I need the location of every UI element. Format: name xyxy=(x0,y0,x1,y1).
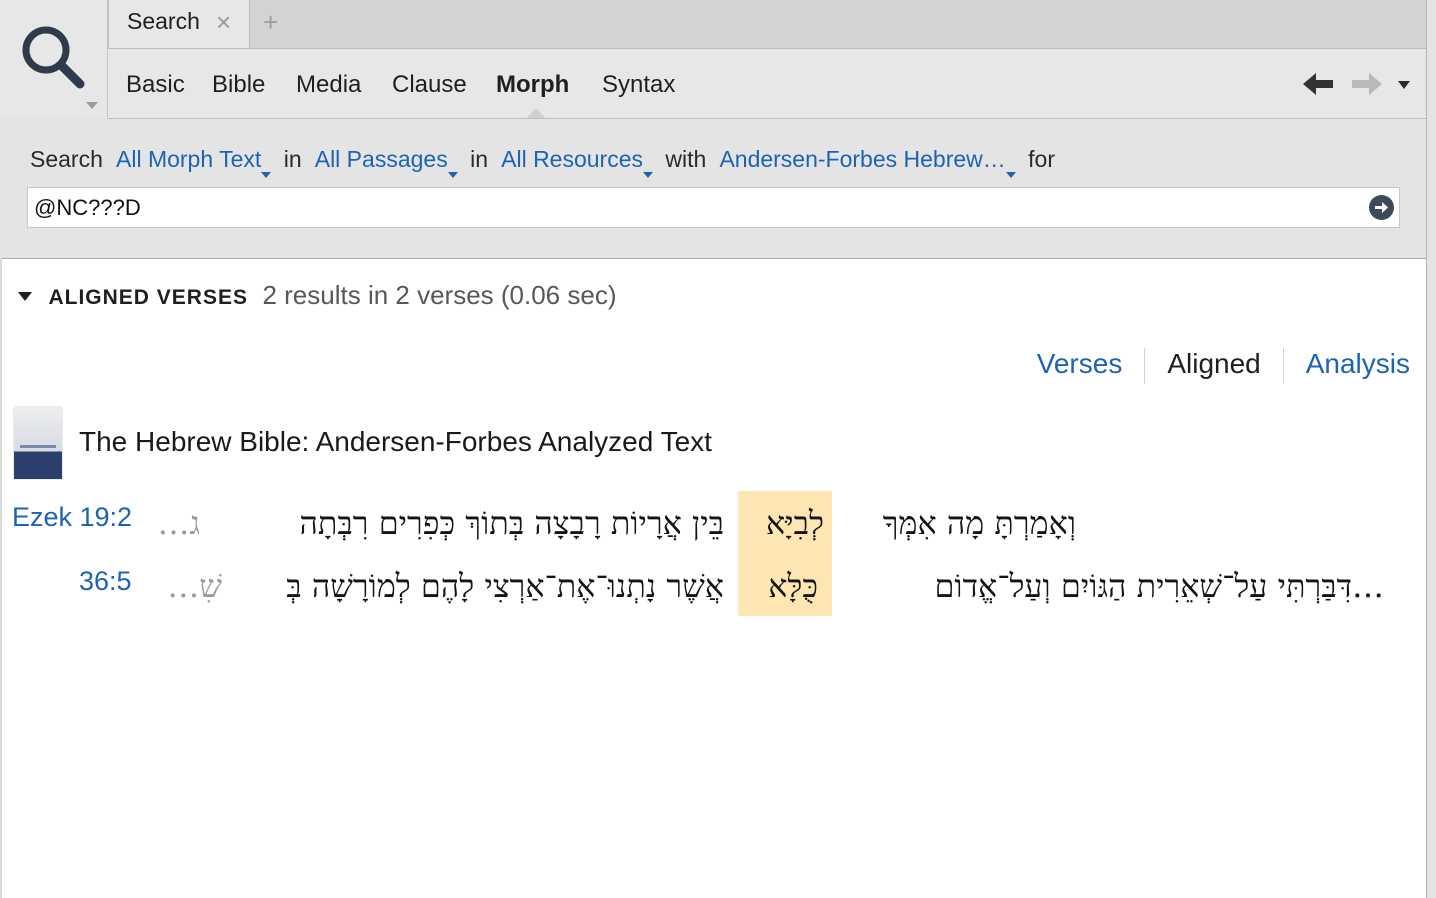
for-label: for xyxy=(1028,146,1056,172)
verse-text-before: …דִּבַּרְתִּי עַל־שְׁאֵרִית הַגּוֹיִם וְ… xyxy=(934,567,1384,605)
resource-title[interactable]: The Hebrew Bible: Andersen-Forbes Analyz… xyxy=(79,426,712,458)
results-section-title: ALIGNED VERSES xyxy=(48,286,248,309)
search-panel-header: Search × + Basic Bible Media Clause Morp… xyxy=(0,0,1436,259)
mode-bible[interactable]: Bible xyxy=(212,71,265,99)
mode-syntax[interactable]: Syntax xyxy=(602,71,675,99)
view-tab-aligned[interactable]: Aligned xyxy=(1145,348,1282,380)
view-tab-verses[interactable]: Verses xyxy=(1015,348,1145,380)
menu-chevron-icon[interactable] xyxy=(1398,81,1410,89)
mode-clause[interactable]: Clause xyxy=(392,71,467,99)
panel-left-border xyxy=(0,258,2,898)
active-mode-indicator xyxy=(527,108,545,118)
mode-morph[interactable]: Morph xyxy=(496,71,569,99)
morph-label: Andersen-Forbes Hebrew… xyxy=(719,146,1006,172)
verse-text-faded: שִׁ… xyxy=(167,567,222,605)
resources-label: All Resources xyxy=(501,146,644,172)
scope-label: All Morph Text xyxy=(116,146,262,172)
passages-caret-icon xyxy=(447,172,458,178)
window-right-border xyxy=(1426,0,1436,898)
go-arrow-icon[interactable] xyxy=(1369,195,1394,220)
morph-dropdown[interactable]: Andersen-Forbes Hebrew… xyxy=(719,146,1016,178)
scope-caret-icon xyxy=(261,172,272,178)
cover-strip xyxy=(20,445,56,448)
verse-text-after: אֲשֶׁר נָתְנוּ־אֶת־אַרְצִי לָהֶם לְמוֹרָ… xyxy=(286,567,724,605)
with-label: with xyxy=(665,146,707,172)
verse-text-before: וְאָמַרְתָּ מָה אִמְּךָ xyxy=(882,504,1076,542)
search-criteria: Search All Morph Text in All Passages in… xyxy=(30,146,1063,178)
view-tab-analysis[interactable]: Analysis xyxy=(1284,348,1410,380)
resources-caret-icon xyxy=(643,172,654,178)
panel-menu-chevron-icon[interactable] xyxy=(86,102,98,109)
results-header[interactable]: ALIGNED VERSES 2 results in 2 verses (0.… xyxy=(18,280,617,311)
verse-reference-link[interactable]: Ezek 19:2 xyxy=(12,502,132,533)
tab-label: Search xyxy=(127,8,200,34)
back-arrow-icon[interactable] xyxy=(1303,71,1335,97)
search-input[interactable] xyxy=(28,188,1370,227)
verse-hit-word[interactable]: כֻּלָּא xyxy=(768,567,818,605)
book-cover-icon[interactable] xyxy=(14,407,62,479)
verse-hit-word[interactable]: לְבִיָּא xyxy=(766,504,824,542)
morph-caret-icon xyxy=(1005,172,1016,178)
mode-basic[interactable]: Basic xyxy=(126,71,185,99)
resources-dropdown[interactable]: All Resources xyxy=(501,146,654,178)
tab-search[interactable]: Search × xyxy=(108,0,250,48)
in-label-2: in xyxy=(470,146,488,172)
results-summary: 2 results in 2 verses (0.06 sec) xyxy=(262,280,617,310)
forward-arrow-icon[interactable] xyxy=(1350,71,1382,97)
passages-dropdown[interactable]: All Passages xyxy=(314,146,458,178)
tab-strip: Search × + xyxy=(108,0,1436,49)
verse-text-faded: ג… xyxy=(157,504,200,542)
verse-reference-link[interactable]: 36:5 xyxy=(79,566,132,597)
search-icon[interactable] xyxy=(18,22,88,92)
disclosure-triangle-icon[interactable] xyxy=(18,292,32,302)
verse-text-after: בֵּין אֲרָיוֹת רָבָצָה בְּתוֹךְ כְּפִרִי… xyxy=(299,504,724,542)
panel-icon-area[interactable] xyxy=(0,0,108,118)
close-icon[interactable]: × xyxy=(216,9,231,35)
mode-media[interactable]: Media xyxy=(296,71,361,99)
scope-dropdown[interactable]: All Morph Text xyxy=(116,146,272,178)
search-label: Search xyxy=(30,146,103,172)
query-box xyxy=(27,187,1400,228)
passages-label: All Passages xyxy=(314,146,448,172)
add-tab-icon[interactable]: + xyxy=(263,8,278,36)
in-label-1: in xyxy=(283,146,302,172)
search-mode-bar: Basic Bible Media Clause Morph Syntax xyxy=(108,49,1436,119)
view-tabs: Verses Aligned Analysis xyxy=(1015,348,1410,384)
